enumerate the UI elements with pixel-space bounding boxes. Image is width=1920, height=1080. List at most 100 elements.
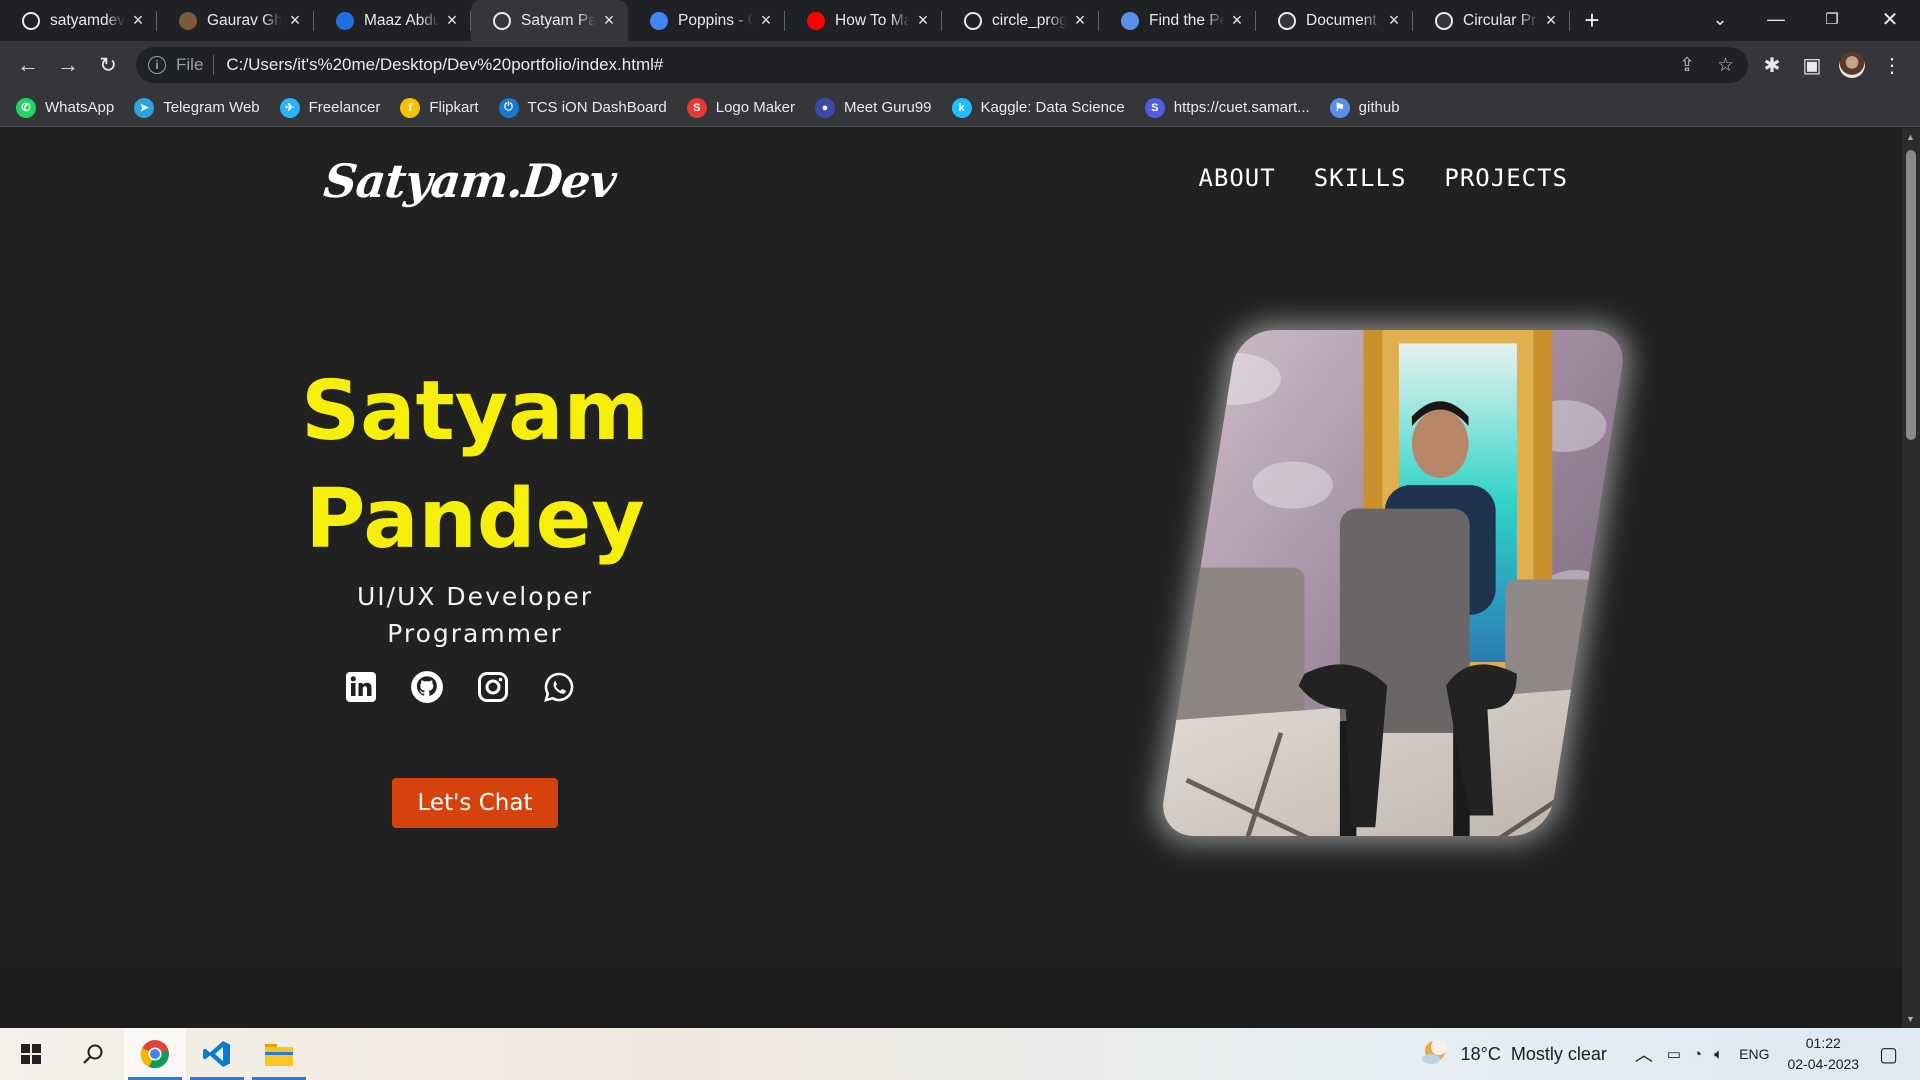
tab-close-icon[interactable]: × <box>443 10 461 31</box>
tab-title: Maaz Abdul <box>364 11 439 29</box>
tab-title: Circular Pro <box>1463 11 1538 29</box>
bookmark-label: Kaggle: Data Science <box>980 99 1125 116</box>
page-scrollbar[interactable]: ▲ ▼ <box>1902 128 1920 1028</box>
hero-first-name: Satyam <box>301 364 649 459</box>
url-text[interactable]: C:/Users/it's%20me/Desktop/Dev%20portfol… <box>226 55 663 75</box>
browser-tab[interactable]: Find the Pe × <box>1099 0 1256 41</box>
back-button[interactable]: ← <box>8 45 48 85</box>
volume-icon[interactable]: 🔈︎ <box>1714 1046 1723 1063</box>
tab-title: How To Ma <box>835 11 910 29</box>
nav-skills[interactable]: SKILLS <box>1314 164 1407 192</box>
bookmark-item[interactable]: S Logo Maker <box>686 97 795 118</box>
side-panel-icon[interactable]: ▣ <box>1792 45 1832 85</box>
section-divider <box>0 968 1902 1028</box>
extensions-icon[interactable]: ✱ <box>1752 45 1792 85</box>
bookmark-item[interactable]: f Flipkart <box>400 97 479 118</box>
moon-cloud-icon <box>1421 1038 1451 1070</box>
bookmark-item[interactable]: k Kaggle: Data Science <box>951 97 1125 118</box>
tab-separator <box>1569 11 1570 31</box>
start-button[interactable] <box>0 1028 62 1080</box>
system-tray: 18°C Mostly clear ︿ ▭ ◔ 🔈︎ ENG 01:22 02-… <box>1421 1028 1920 1080</box>
tab-title: Poppins - G <box>678 11 753 29</box>
whatsapp-icon[interactable] <box>542 670 576 704</box>
browser-tab[interactable]: Circular Pro × <box>1413 0 1570 41</box>
restore-button[interactable]: ❐ <box>1812 0 1852 38</box>
wifi-icon[interactable]: ◔ <box>1693 1046 1702 1063</box>
avatar-icon <box>179 11 197 30</box>
bookmark-favicon-icon: ● <box>814 97 835 118</box>
hero-last-name: Pandey <box>305 472 645 567</box>
browser-tab[interactable]: satyamdev8× <box>0 0 157 41</box>
clock-date: 02-04-2023 <box>1787 1056 1860 1072</box>
linkedin-icon[interactable] <box>344 670 378 704</box>
scroll-up-arrow[interactable]: ▲ <box>1906 132 1915 142</box>
bookmark-favicon-icon: ⏻ <box>498 97 519 118</box>
tab-close-icon[interactable]: × <box>129 10 147 31</box>
browser-tab[interactable]: circle_progr × <box>942 0 1099 41</box>
language-indicator[interactable]: ENG <box>1739 1046 1769 1062</box>
nav-about[interactable]: ABOUT <box>1198 164 1275 192</box>
bookmark-item[interactable]: Shttps://cuet.samart... <box>1144 97 1310 118</box>
reload-button[interactable]: ↻ <box>88 45 128 85</box>
browser-tab[interactable]: Document × <box>1256 0 1413 41</box>
tab-close-icon[interactable]: × <box>914 10 932 31</box>
bookmark-item[interactable]: ⚑ github <box>1329 97 1400 118</box>
minimize-button[interactable]: — <box>1756 0 1796 38</box>
hero-role: UI/UX Developer Programmer <box>300 578 650 652</box>
site-info-icon[interactable]: i <box>148 56 166 74</box>
scroll-down-arrow[interactable]: ▼ <box>1906 1014 1915 1024</box>
chrome-taskbar-icon[interactable] <box>124 1028 186 1080</box>
tab-close-icon[interactable]: × <box>1385 10 1403 31</box>
globe-icon <box>1435 11 1453 30</box>
url-divider <box>213 55 215 75</box>
notification-icon[interactable]: ▢ <box>1879 1042 1898 1067</box>
file-explorer-icon[interactable] <box>248 1028 310 1080</box>
profile-photo <box>1158 330 1628 836</box>
address-bar[interactable]: i File C:/Users/it's%20me/Desktop/Dev%20… <box>136 47 1748 83</box>
lets-chat-button[interactable]: Let's Chat <box>392 778 558 828</box>
instagram-icon[interactable] <box>476 670 510 704</box>
tab-search-icon[interactable]: ⌄ <box>1700 0 1740 38</box>
battery-icon[interactable]: ▭ <box>1667 1045 1681 1063</box>
hero-name: Satyam Pandey <box>300 358 650 574</box>
forward-button[interactable]: → <box>48 45 88 85</box>
clock[interactable]: 01:22 02-04-2023 <box>1787 1033 1859 1075</box>
windows-taskbar: 18°C Mostly clear ︿ ▭ ◔ 🔈︎ ENG 01:22 02-… <box>0 1028 1920 1080</box>
scrollbar-thumb[interactable] <box>1906 150 1916 440</box>
github-icon[interactable] <box>410 670 444 704</box>
bookmark-item[interactable]: ✈ Freelancer <box>279 97 380 118</box>
new-tab-button[interactable]: + <box>1572 0 1612 41</box>
chevron-up-icon[interactable]: ︿ <box>1635 1041 1653 1067</box>
browser-tab[interactable]: How To Ma × <box>785 0 942 41</box>
bookmark-label: Flipkart <box>429 99 479 116</box>
vscode-taskbar-icon[interactable] <box>186 1028 248 1080</box>
tab-strip: satyamdev8×Gaurav Gha×Maaz Abdul×Satyam … <box>0 0 1920 41</box>
browser-tab[interactable]: Maaz Abdul × <box>314 0 471 41</box>
menu-kebab-icon[interactable]: ⋮ <box>1872 45 1912 85</box>
tab-close-icon[interactable]: × <box>1228 10 1246 31</box>
clock-time: 01:22 <box>1805 1035 1841 1051</box>
nav-projects[interactable]: PROJECTS <box>1444 164 1568 192</box>
share-icon[interactable]: ⇪ <box>1679 54 1695 77</box>
tab-close-icon[interactable]: × <box>757 10 775 31</box>
bookmark-item[interactable]: ➤ Telegram Web <box>134 97 260 118</box>
bookmark-label: Meet Guru99 <box>843 99 932 116</box>
tab-close-icon[interactable]: × <box>1542 10 1560 31</box>
tab-close-icon[interactable]: × <box>1071 10 1089 31</box>
search-icon[interactable] <box>62 1028 124 1080</box>
flag-icon <box>1121 11 1139 30</box>
bookmark-star-icon[interactable]: ☆ <box>1717 54 1734 77</box>
weather-widget[interactable]: 18°C Mostly clear <box>1421 1038 1607 1070</box>
bookmark-item[interactable]: ⏻ TCS iON DashBoard <box>498 97 667 118</box>
profile-avatar[interactable] <box>1832 45 1872 85</box>
browser-tab[interactable]: Poppins - G × <box>628 0 785 41</box>
browser-toolbar: ← → ↻ i File C:/Users/it's%20me/Desktop/… <box>0 41 1920 89</box>
browser-tab[interactable]: Satyam Pan× <box>471 0 628 41</box>
tab-close-icon[interactable]: × <box>286 10 304 31</box>
tab-close-icon[interactable]: × <box>600 10 618 31</box>
site-logo[interactable]: Satyam.Dev <box>321 154 618 208</box>
browser-tab[interactable]: Gaurav Gha× <box>157 0 314 41</box>
bookmark-item[interactable]: ✆ WhatsApp <box>16 97 114 118</box>
bookmark-item[interactable]: ● Meet Guru99 <box>814 97 932 118</box>
close-window-button[interactable]: ✕ <box>1870 0 1910 38</box>
